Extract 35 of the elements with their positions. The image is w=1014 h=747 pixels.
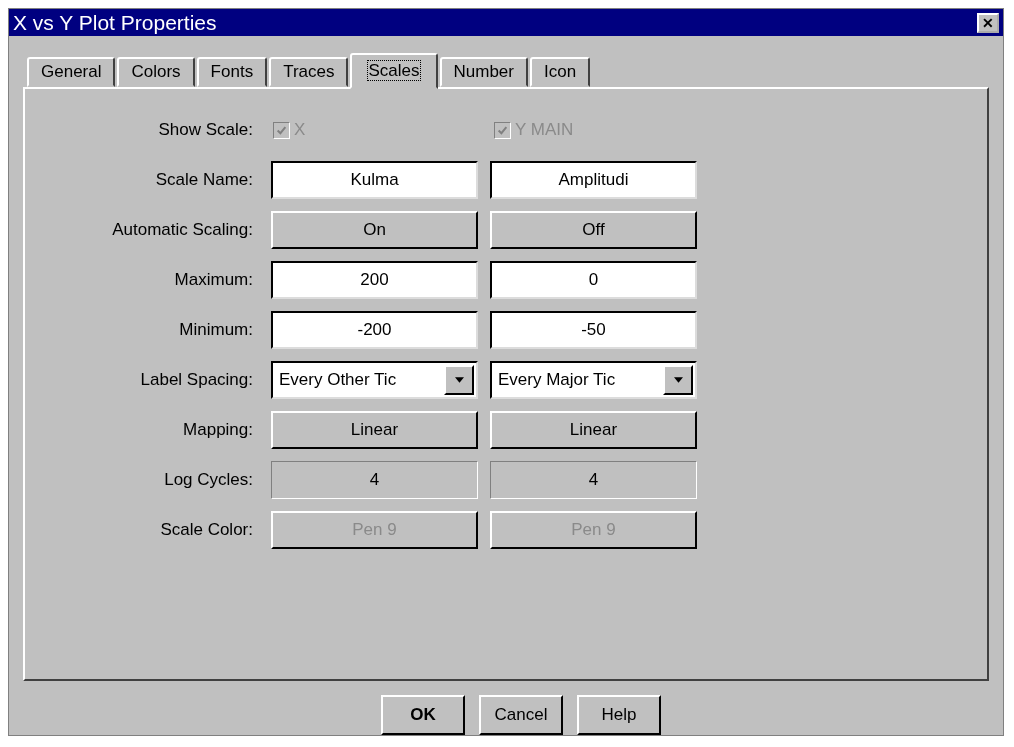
input-field[interactable]: -200 bbox=[271, 311, 478, 350]
dialog-button[interactable]: OK bbox=[381, 695, 465, 735]
dialog-button[interactable]: Cancel bbox=[479, 695, 563, 735]
field-label: Scale Color: bbox=[159, 520, 253, 541]
checkmark-icon bbox=[276, 124, 287, 136]
tab[interactable]: Icon bbox=[529, 57, 591, 88]
tab[interactable]: Scales bbox=[350, 53, 438, 90]
close-button[interactable]: ✕ bbox=[977, 12, 999, 33]
input-field[interactable]: 200 bbox=[271, 261, 478, 300]
checkmark-icon bbox=[497, 124, 508, 136]
field-label: Scale Name: bbox=[154, 170, 253, 191]
field-label: Label Spacing: bbox=[139, 370, 253, 391]
input-field[interactable]: Kulma bbox=[271, 161, 478, 200]
dropdown[interactable]: Every Major Tic bbox=[490, 361, 697, 400]
input-field[interactable]: 0 bbox=[490, 261, 697, 300]
dropdown[interactable]: Every Other Tic bbox=[271, 361, 478, 400]
field-label: Log Cycles: bbox=[163, 470, 253, 491]
field-label: Mapping: bbox=[182, 420, 253, 441]
field-label: Show Scale: bbox=[157, 120, 253, 141]
tab[interactable]: General bbox=[27, 57, 116, 88]
tab[interactable]: Traces bbox=[269, 57, 349, 88]
value-button[interactable]: Linear bbox=[490, 411, 697, 450]
value-button[interactable]: On bbox=[271, 211, 478, 250]
dialog-button[interactable]: Help bbox=[577, 695, 661, 735]
input-field[interactable]: Amplitudi bbox=[490, 161, 697, 200]
field-label: Automatic Scaling: bbox=[111, 220, 253, 241]
window-title: X vs Y Plot Properties bbox=[13, 10, 217, 35]
field-label: Maximum: bbox=[173, 270, 253, 291]
value-button[interactable]: Linear bbox=[271, 411, 478, 450]
field-label: Minimum: bbox=[178, 320, 253, 341]
tab[interactable]: Colors bbox=[117, 57, 195, 88]
tab[interactable]: Number bbox=[439, 57, 528, 88]
value-button[interactable]: Off bbox=[490, 211, 697, 250]
input-field[interactable]: -50 bbox=[490, 311, 697, 350]
tab[interactable]: Fonts bbox=[196, 57, 268, 88]
